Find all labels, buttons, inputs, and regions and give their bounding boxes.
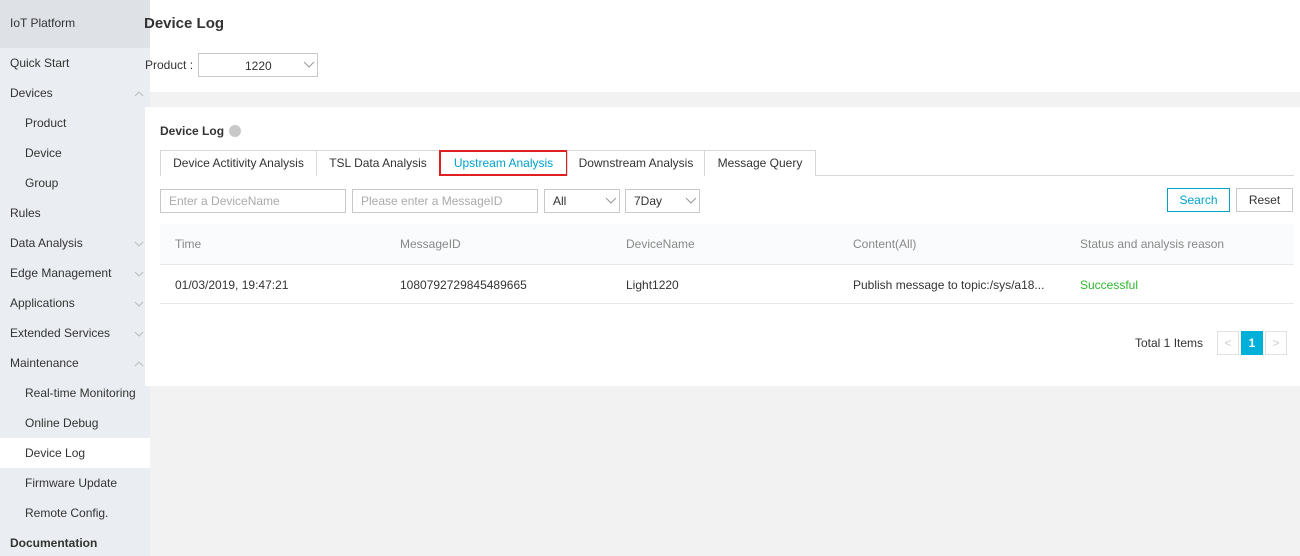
table-row[interactable]: 01/03/2019, 19:47:21 1080792729845489665… xyxy=(160,264,1294,304)
chevron-down-icon xyxy=(134,300,144,308)
sidebar-item-label: Data Analysis xyxy=(10,236,83,250)
prev-page-button[interactable]: < xyxy=(1217,331,1239,355)
chevron-up-icon xyxy=(134,90,144,98)
page-header: Device Log Product : 1220 xyxy=(144,0,1300,92)
cell-status: Successful xyxy=(1080,278,1139,292)
cell-content: Publish message to topic:/sys/a18... xyxy=(853,278,1045,292)
product-select-value: 1220 xyxy=(245,59,272,73)
column-header: Time xyxy=(175,237,202,251)
sidebar-item-device[interactable]: Device xyxy=(0,138,150,168)
product-label: Product : xyxy=(145,58,194,72)
sidebar-item-label: Maintenance xyxy=(10,356,79,370)
column-header: DeviceName xyxy=(626,237,695,251)
main-content: Device Log Product : 1220 Device Log Dev… xyxy=(144,0,1300,556)
message-id-input[interactable]: Please enter a MessageID xyxy=(352,189,538,213)
sidebar-item-documentation[interactable]: Documentation xyxy=(0,528,150,556)
chevron-down-icon xyxy=(303,61,315,69)
product-select[interactable]: 1220 xyxy=(198,53,318,77)
sidebar-item-real-time-monitoring[interactable]: Real-time Monitoring xyxy=(0,378,150,408)
chevron-down-icon xyxy=(134,330,144,338)
tab-tsl-data-analysis[interactable]: TSL Data Analysis xyxy=(316,150,440,176)
sidebar-item-rules[interactable]: Rules xyxy=(0,198,150,228)
sidebar-item-label: Applications xyxy=(10,296,75,310)
range-select[interactable]: 7Day xyxy=(625,189,700,213)
sidebar-item-device-log[interactable]: Device Log xyxy=(0,438,150,468)
column-header: Status and analysis reason xyxy=(1080,237,1225,251)
sidebar: IoT Platform Quick Start Devices Product… xyxy=(0,0,150,556)
sidebar-item-quick-start[interactable]: Quick Start xyxy=(0,48,150,78)
sidebar-item-firmware-update[interactable]: Firmware Update xyxy=(0,468,150,498)
card-title: Device Log xyxy=(160,124,225,138)
sidebar-item-remote-config[interactable]: Remote Config. xyxy=(0,498,150,528)
tab-bar: Device Actitivity Analysis TSL Data Anal… xyxy=(160,150,1294,176)
sidebar-item-label: Edge Management xyxy=(10,266,112,280)
type-select-value: All xyxy=(553,194,567,208)
type-select[interactable]: All xyxy=(544,189,620,213)
table-header: Time MessageID DeviceName Content(All) S… xyxy=(160,224,1294,264)
total-items: Total 1 Items xyxy=(1135,336,1204,350)
chevron-down-icon xyxy=(605,197,617,205)
sidebar-item-devices[interactable]: Devices xyxy=(0,78,150,108)
range-select-value: 7Day xyxy=(634,194,663,208)
tab-downstream-analysis[interactable]: Downstream Analysis xyxy=(567,150,705,176)
sidebar-item-applications[interactable]: Applications xyxy=(0,288,150,318)
next-page-button[interactable]: > xyxy=(1265,331,1287,355)
chevron-up-icon xyxy=(134,360,144,368)
chevron-down-icon xyxy=(685,197,697,205)
column-header: Content(All) xyxy=(853,237,917,251)
sidebar-item-label: Extended Services xyxy=(10,326,111,340)
cell-time: 01/03/2019, 19:47:21 xyxy=(175,278,289,292)
device-log-card: Device Log Device Actitivity Analysis TS… xyxy=(145,107,1300,386)
sidebar-item-product[interactable]: Product xyxy=(0,108,150,138)
cell-message-id: 1080792729845489665 xyxy=(400,278,527,292)
search-button[interactable]: Search xyxy=(1167,188,1230,212)
column-header: MessageID xyxy=(400,237,461,251)
tab-device-activity-analysis[interactable]: Device Actitivity Analysis xyxy=(160,150,317,176)
sidebar-item-edge-management[interactable]: Edge Management xyxy=(0,258,150,288)
chevron-down-icon xyxy=(134,270,144,278)
sidebar-header[interactable]: IoT Platform xyxy=(0,0,150,48)
help-icon[interactable] xyxy=(229,125,241,137)
tab-upstream-analysis[interactable]: Upstream Analysis xyxy=(439,150,568,176)
cell-device-name: Light1220 xyxy=(626,278,679,292)
sidebar-item-data-analysis[interactable]: Data Analysis xyxy=(0,228,150,258)
sidebar-item-maintenance[interactable]: Maintenance xyxy=(0,348,150,378)
page-title: Device Log xyxy=(144,15,225,32)
sidebar-item-label: Devices xyxy=(10,86,53,100)
page-button-current[interactable]: 1 xyxy=(1241,331,1263,355)
sidebar-item-extended-services[interactable]: Extended Services xyxy=(0,318,150,348)
device-name-input[interactable]: Enter a DeviceName xyxy=(160,189,346,213)
chevron-down-icon xyxy=(134,240,144,248)
sidebar-item-group[interactable]: Group xyxy=(0,168,150,198)
sidebar-item-online-debug[interactable]: Online Debug xyxy=(0,408,150,438)
log-table: Time MessageID DeviceName Content(All) S… xyxy=(160,224,1294,304)
reset-button[interactable]: Reset xyxy=(1236,188,1293,212)
tab-message-query[interactable]: Message Query xyxy=(704,150,816,176)
